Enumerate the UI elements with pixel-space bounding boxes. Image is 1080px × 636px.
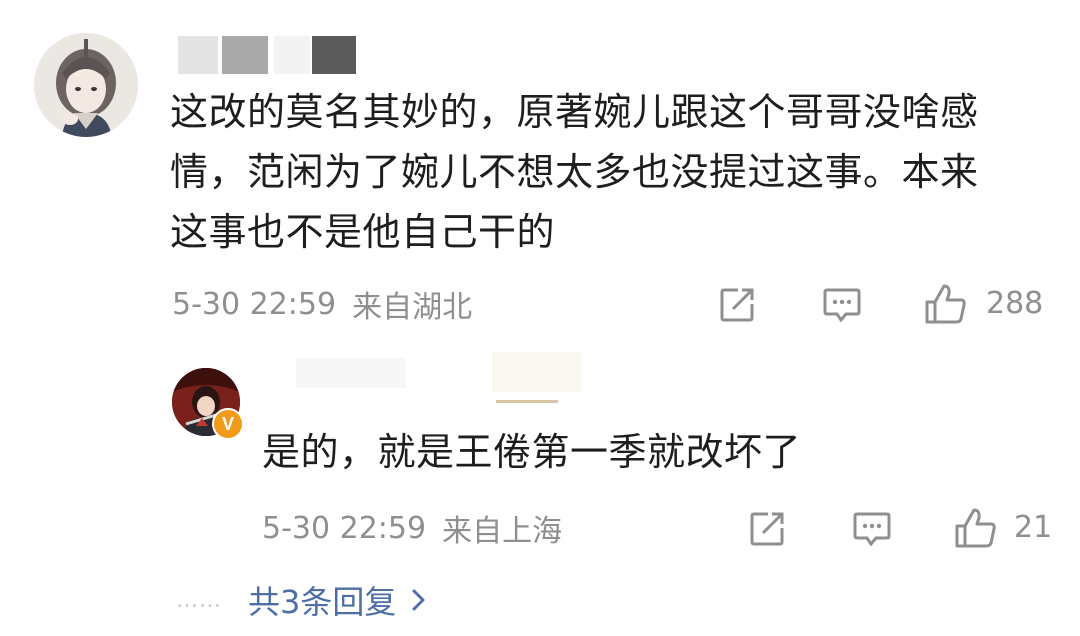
more-replies-dots: …… — [176, 587, 222, 613]
comment-timestamp: 5-30 22:59 — [172, 286, 337, 322]
comment-line: 情，范闲为了婉儿不想太多也没提过这事。本来 — [170, 150, 979, 194]
username-redacted[interactable] — [178, 36, 358, 74]
chevron-right-icon — [412, 589, 425, 611]
comment-meta: 5-30 22:59 来自湖北 — [172, 284, 473, 326]
more-replies-label[interactable]: 共3条回复 — [248, 577, 396, 623]
reply-body: 是的，就是王倦第一季就改坏了 — [262, 430, 802, 474]
comment-line: 这改的莫名其妙的，原著婉儿跟这个哥哥没啥感 — [170, 90, 979, 134]
thumbs-up-icon[interactable] — [954, 506, 998, 550]
reply-meta: 5-30 22:59 来自上海 — [262, 508, 563, 550]
comment-thread: 这改的莫名其妙的，原著婉儿跟这个哥哥没啥感 情，范闲为了婉儿不想太多也没提过这事… — [0, 0, 1080, 636]
reply-username-redacted[interactable] — [296, 352, 596, 404]
share-icon[interactable] — [718, 286, 756, 324]
verified-badge-icon: V — [212, 408, 244, 440]
comment-location: 来自湖北 — [352, 290, 473, 325]
comment-body: 这改的莫名其妙的，原著婉儿跟这个哥哥没啥感 情，范闲为了婉儿不想太多也没提过这事… — [170, 82, 1050, 262]
comment-icon[interactable] — [822, 286, 862, 324]
more-replies-link[interactable]: …… 共3条回复 — [176, 578, 428, 622]
like-count: 288 — [986, 286, 1044, 321]
reply-timestamp: 5-30 22:59 — [262, 510, 427, 546]
avatar[interactable] — [34, 33, 138, 137]
reply-like-count: 21 — [1014, 510, 1053, 545]
comment-icon[interactable] — [852, 510, 892, 548]
comment-line: 这事也不是他自己干的 — [170, 210, 556, 254]
share-icon[interactable] — [748, 510, 786, 548]
reply-location: 来自上海 — [442, 514, 563, 549]
thumbs-up-icon[interactable] — [924, 282, 968, 326]
